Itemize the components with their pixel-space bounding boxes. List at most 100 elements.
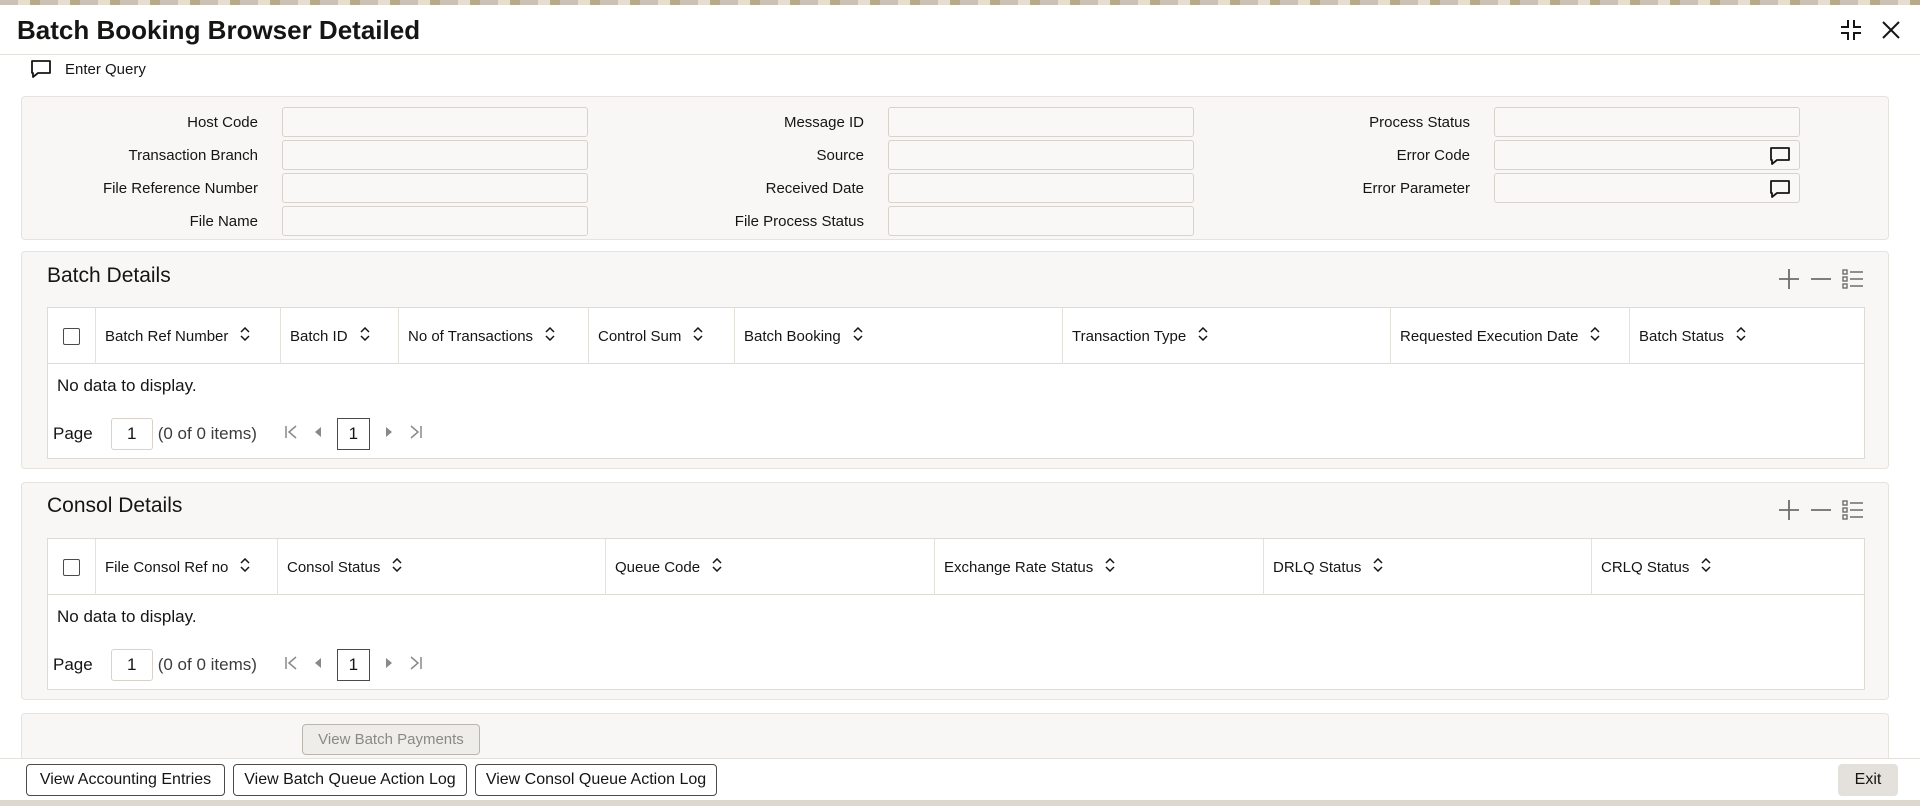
first-page-icon[interactable] — [283, 655, 299, 676]
source-input[interactable] — [888, 140, 1194, 170]
file-name-input[interactable] — [282, 206, 588, 236]
host-code-input[interactable] — [282, 107, 588, 137]
batch-pager: Page 1 (0 of 0 items) 1 — [48, 408, 1864, 460]
source-label: Source — [816, 146, 864, 164]
consol-no-data: No data to display. — [57, 607, 197, 626]
page-number-input[interactable]: 1 — [110, 418, 153, 450]
batch-grid-header: Batch Ref Number Batch ID No of Transact… — [48, 308, 1864, 364]
sort-icon — [1105, 557, 1115, 576]
consol-grid-header: File Consol Ref no Consol Status Queue C… — [48, 539, 1864, 595]
message-id-label: Message ID — [783, 113, 864, 131]
sort-icon — [712, 557, 722, 576]
error-parameter-label: Error Parameter — [1362, 179, 1470, 197]
transaction-branch-input[interactable] — [282, 140, 588, 170]
delete-row-icon[interactable] — [1810, 499, 1832, 526]
col-exchange-rate-status[interactable]: Exchange Rate Status — [935, 539, 1264, 595]
batch-payments-area: View Batch Payments — [21, 713, 1889, 761]
sort-icon — [693, 326, 703, 345]
sort-icon — [853, 326, 863, 345]
col-no-of-transactions[interactable]: No of Transactions — [399, 308, 589, 364]
col-requested-execution-date[interactable]: Requested Execution Date — [1391, 308, 1630, 364]
consol-details-title: Consol Details — [47, 494, 183, 517]
bottom-strip — [0, 800, 1920, 806]
process-status-input[interactable] — [1494, 107, 1800, 137]
col-drlq-status[interactable]: DRLQ Status — [1264, 539, 1592, 595]
delete-row-icon[interactable] — [1810, 268, 1832, 295]
current-page[interactable]: 1 — [336, 418, 370, 450]
consol-details-grid: File Consol Ref no Consol Status Queue C… — [47, 538, 1865, 690]
col-batch-id[interactable]: Batch ID — [281, 308, 399, 364]
first-page-icon[interactable] — [283, 424, 299, 445]
file-name-label: File Name — [189, 212, 258, 230]
file-process-status-label: File Process Status — [734, 212, 864, 230]
file-reference-number-label: File Reference Number — [102, 179, 258, 197]
exit-button[interactable]: Exit — [1838, 764, 1898, 796]
col-queue-code[interactable]: Queue Code — [606, 539, 935, 595]
consol-details-panel: Consol Details File Consol Ref no Consol… — [21, 482, 1889, 700]
close-icon[interactable] — [1880, 19, 1902, 41]
previous-page-icon[interactable] — [313, 424, 323, 445]
previous-page-icon[interactable] — [313, 655, 323, 676]
batch-no-data: No data to display. — [57, 376, 197, 395]
file-reference-number-input[interactable] — [282, 173, 588, 203]
sort-icon — [1701, 557, 1711, 576]
error-code-lov-icon[interactable] — [1769, 146, 1791, 171]
page-label: Page — [53, 655, 93, 674]
view-batch-queue-action-log-button[interactable]: View Batch Queue Action Log — [233, 764, 467, 796]
file-process-status-input[interactable] — [888, 206, 1194, 236]
current-page[interactable]: 1 — [336, 649, 370, 681]
add-row-icon[interactable] — [1778, 499, 1800, 526]
col-transaction-type[interactable]: Transaction Type — [1063, 308, 1391, 364]
col-file-consol-ref-no[interactable]: File Consol Ref no — [96, 539, 278, 595]
host-code-label: Host Code — [187, 113, 258, 131]
batch-select-all-cell — [48, 308, 96, 364]
page-info: (0 of 0 items) — [157, 655, 257, 674]
col-batch-booking[interactable]: Batch Booking — [735, 308, 1063, 364]
error-code-label: Error Code — [1396, 146, 1470, 164]
consol-pager: Page 1 (0 of 0 items) 1 — [48, 639, 1864, 691]
sort-icon — [392, 557, 402, 576]
batch-select-all-checkbox[interactable] — [63, 327, 80, 345]
consol-select-all-cell — [48, 539, 96, 595]
message-id-input[interactable] — [888, 107, 1194, 137]
col-control-sum[interactable]: Control Sum — [589, 308, 735, 364]
view-accounting-entries-button[interactable]: View Accounting Entries — [26, 764, 225, 796]
process-status-label: Process Status — [1369, 113, 1470, 131]
sort-icon — [1590, 326, 1600, 345]
consol-select-all-checkbox[interactable] — [63, 558, 80, 576]
batch-details-panel: Batch Details Batch Ref Number Batch ID … — [21, 251, 1889, 469]
error-parameter-lov-icon[interactable] — [1769, 179, 1791, 204]
error-parameter-input[interactable] — [1494, 173, 1800, 203]
view-consol-queue-action-log-button[interactable]: View Consol Queue Action Log — [475, 764, 717, 796]
col-crlq-status[interactable]: CRLQ Status — [1592, 539, 1864, 595]
enter-query-icon — [31, 60, 51, 78]
toolbar: Enter Query — [0, 55, 1920, 89]
col-consol-status[interactable]: Consol Status — [278, 539, 606, 595]
col-batch-status[interactable]: Batch Status — [1630, 308, 1864, 364]
sort-icon — [1736, 326, 1746, 345]
received-date-input[interactable] — [888, 173, 1194, 203]
next-page-icon[interactable] — [384, 424, 394, 445]
page-number-input[interactable]: 1 — [110, 649, 153, 681]
sort-icon — [240, 557, 250, 576]
single-view-icon[interactable] — [1842, 499, 1864, 526]
enter-query-button[interactable]: Enter Query — [30, 59, 146, 79]
single-view-icon[interactable] — [1842, 268, 1864, 295]
title-bar: Batch Booking Browser Detailed — [0, 5, 1920, 55]
sort-icon — [1373, 557, 1383, 576]
transaction-branch-label: Transaction Branch — [128, 146, 258, 164]
footer-bar: View Accounting Entries View Batch Queue… — [0, 758, 1920, 800]
batch-details-title: Batch Details — [47, 264, 171, 287]
add-row-icon[interactable] — [1778, 268, 1800, 295]
received-date-label: Received Date — [765, 179, 864, 197]
view-batch-payments-button[interactable]: View Batch Payments — [302, 724, 480, 755]
sort-icon — [545, 326, 555, 345]
next-page-icon[interactable] — [384, 655, 394, 676]
minimize-icon[interactable] — [1840, 19, 1862, 41]
col-batch-ref-number[interactable]: Batch Ref Number — [96, 308, 281, 364]
error-code-input[interactable] — [1494, 140, 1800, 170]
sort-icon — [360, 326, 370, 345]
last-page-icon[interactable] — [408, 655, 424, 676]
last-page-icon[interactable] — [408, 424, 424, 445]
enter-query-label: Enter Query — [65, 60, 146, 78]
